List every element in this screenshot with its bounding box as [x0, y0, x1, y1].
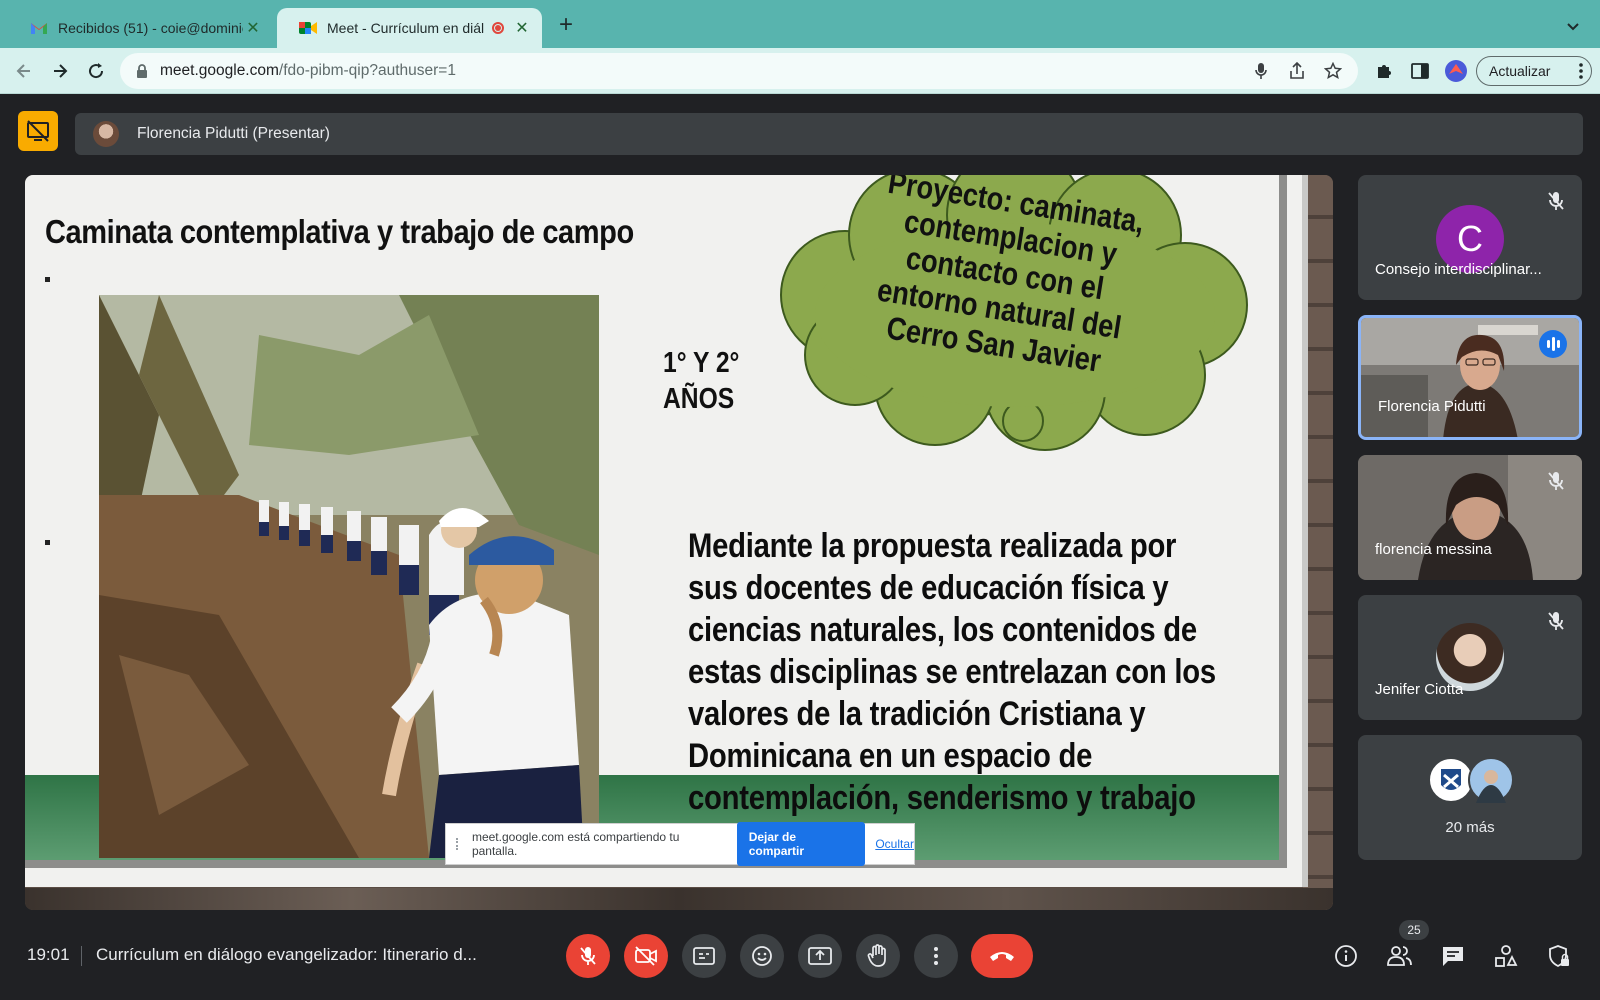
participant-tile[interactable]: florencia messina [1358, 455, 1582, 580]
grade-label: 1° Y 2° AÑOS [663, 347, 740, 415]
participant-tile[interactable]: C Consejo interdisciplinar... [1358, 175, 1582, 300]
chat-button[interactable] [1437, 940, 1469, 972]
reload-icon [89, 63, 104, 79]
forward-button[interactable] [46, 57, 74, 85]
meeting-time: 19:01 [27, 945, 70, 964]
presenter-bar[interactable]: Florencia Pidutti (Presentar) [75, 113, 1583, 155]
call-end-icon [990, 952, 1014, 961]
participant-name: Florencia Pidutti [1378, 398, 1486, 415]
update-button[interactable]: Actualizar [1476, 56, 1592, 86]
tab-gmail[interactable]: Recibidos (51) - coie@dominic ✕ [8, 8, 273, 48]
present-screen-button[interactable] [798, 934, 842, 978]
arrow-right-icon [54, 64, 68, 78]
browser-tab-bar: Recibidos (51) - coie@dominic ✕ Meet - C… [0, 0, 1600, 48]
stop-sharing-button[interactable]: Dejar de compartir [736, 822, 866, 866]
hide-notice-link[interactable]: Ocultar [875, 837, 914, 851]
more-options-button[interactable] [914, 934, 958, 978]
tab-title: Meet - Currículum en diálo [327, 20, 484, 36]
background-floor [25, 888, 1333, 910]
participant-name: Jenifer Ciotta [1375, 681, 1464, 698]
meeting-details-button[interactable] [1330, 940, 1362, 972]
bullet-marker [45, 540, 50, 545]
info-icon [1335, 945, 1357, 967]
divider [81, 946, 82, 966]
presenter-label: Florencia Pidutti (Presentar) [137, 125, 330, 142]
meet-control-bar: 19:01 Currículum en diálogo evangelizado… [0, 920, 1600, 1000]
present-to-all-icon [808, 947, 832, 965]
host-controls-lock-icon [1549, 945, 1569, 968]
people-icon [1387, 946, 1412, 966]
reload-button[interactable] [82, 57, 110, 85]
meeting-title: Currículum en diálogo evangelizador: Iti… [96, 945, 477, 964]
more-vert-icon[interactable] [1579, 63, 1583, 82]
camera-off-icon [635, 946, 657, 966]
raise-hand-icon [867, 944, 886, 967]
back-button[interactable] [10, 57, 38, 85]
chevron-down-icon[interactable] [1563, 16, 1583, 36]
chat-icon [1443, 947, 1463, 966]
extensions-puzzle-icon[interactable] [1370, 57, 1398, 85]
mic-off-icon [1544, 189, 1568, 213]
raise-hand-button[interactable] [856, 934, 900, 978]
meet-icon [299, 19, 317, 37]
participant-name: florencia messina [1375, 541, 1492, 558]
bullet-marker [45, 277, 50, 282]
more-participants-tile[interactable]: 20 más [1358, 735, 1582, 860]
drag-handle-icon[interactable] [456, 838, 462, 850]
share-icon[interactable] [1286, 60, 1308, 82]
share-notice-text: meet.google.com está compartiendo tu pan… [471, 830, 680, 858]
mic-off-icon [1544, 469, 1568, 493]
side-panel-icon[interactable] [1406, 57, 1434, 85]
participant-name: Consejo interdisciplinar... [1375, 261, 1542, 278]
profile-avatar-icon[interactable] [1442, 57, 1470, 85]
more-participants-avatars [1428, 757, 1514, 803]
tab-meet[interactable]: Meet - Currículum en diálo ✕ [277, 8, 542, 48]
presentation-slide: Caminata contemplativa y trabajo de camp… [25, 175, 1308, 887]
emoji-icon [752, 946, 772, 966]
arrow-left-icon [16, 64, 30, 78]
new-tab-button[interactable]: + [554, 13, 578, 38]
stop-presenting-icon[interactable] [18, 111, 58, 151]
url-text[interactable]: meet.google.com/fdo-pibm-qip?authuser=1 [160, 62, 1250, 80]
speaking-indicator-icon [1539, 330, 1567, 358]
screen-share-notice: meet.google.com está compartiendo tu pan… [445, 822, 915, 866]
meet-header: Florencia Pidutti (Presentar) [0, 95, 1600, 169]
participant-tile-active-speaker[interactable]: Florencia Pidutti [1358, 315, 1582, 440]
close-tab-icon[interactable]: ✕ [243, 18, 263, 38]
address-bar[interactable]: meet.google.com/fdo-pibm-qip?authuser=1 [120, 53, 1358, 89]
recording-indicator-icon [492, 22, 504, 34]
leave-call-button[interactable] [971, 934, 1033, 978]
cloud-callout: Proyecto: caminata, contemplacion y cont… [765, 175, 1265, 465]
hiking-photo [99, 295, 599, 858]
people-button[interactable] [1384, 940, 1416, 972]
activities-button[interactable] [1490, 940, 1522, 972]
browser-toolbar: meet.google.com/fdo-pibm-qip?authuser=1 … [0, 48, 1600, 94]
star-icon[interactable] [1322, 60, 1344, 82]
host-controls-button[interactable] [1543, 940, 1575, 972]
more-vert-icon [934, 947, 938, 965]
close-tab-icon[interactable]: ✕ [512, 18, 532, 38]
lock-icon[interactable] [134, 63, 150, 79]
presenter-avatar [93, 121, 119, 147]
tab-title: Recibidos (51) - coie@dominic [58, 20, 243, 36]
gmail-icon [30, 19, 48, 37]
participant-tile[interactable]: Jenifer Ciotta [1358, 595, 1582, 720]
slide-title: Caminata contemplativa y trabajo de camp… [45, 213, 634, 250]
microphone-icon[interactable] [1250, 60, 1272, 82]
more-participants-label: 20 más [1445, 819, 1495, 836]
mic-off-icon [1544, 609, 1568, 633]
participant-count-badge: 25 [1399, 920, 1429, 940]
mic-off-icon [580, 947, 596, 965]
shared-screen: Caminata contemplativa y trabajo de camp… [25, 175, 1333, 910]
captions-button[interactable] [682, 934, 726, 978]
reactions-button[interactable] [740, 934, 784, 978]
activities-shapes-icon [1495, 945, 1518, 967]
slide-body-text: Mediante la propuesta realizada por sus … [688, 527, 1216, 859]
toggle-camera-button[interactable] [624, 934, 668, 978]
closed-captions-icon [693, 947, 715, 965]
toggle-microphone-button[interactable] [566, 934, 610, 978]
